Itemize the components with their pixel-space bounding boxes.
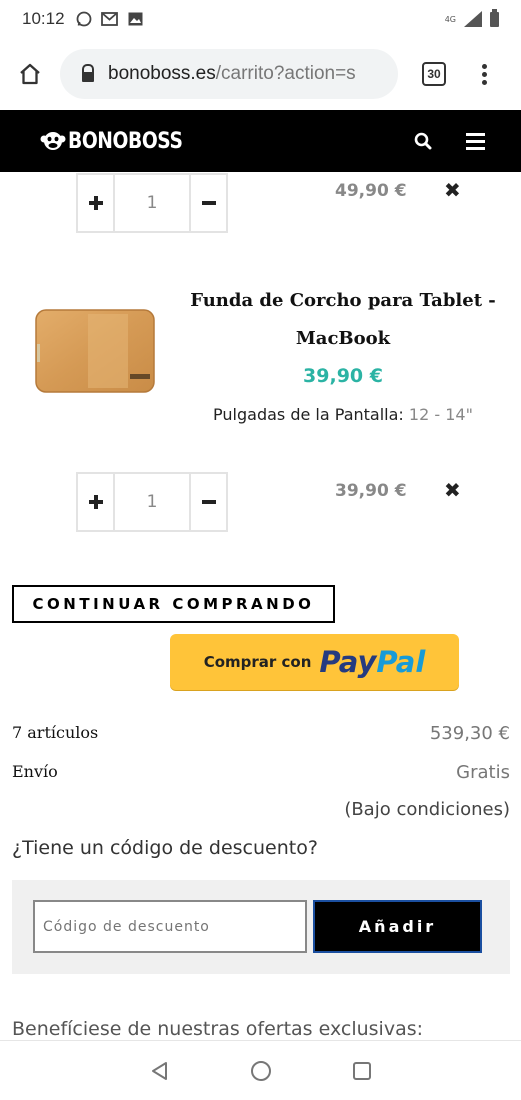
offers-heading: Benefíciese de nuestras ofertas exclusiv… bbox=[12, 1018, 424, 1040]
product-image[interactable] bbox=[32, 304, 158, 398]
logo-text: BONOBOSS bbox=[68, 128, 183, 154]
notification-icons bbox=[75, 11, 145, 27]
url-text: bonoboss.es/carrito?action=s bbox=[108, 63, 356, 84]
lock-icon bbox=[82, 63, 94, 82]
cart-content: 1 49,90 € ✖ Funda de Corcho para Tablet … bbox=[0, 172, 521, 1040]
status-bar: 10:12 4G bbox=[0, 0, 521, 38]
decrease-quantity-button[interactable] bbox=[189, 173, 228, 233]
plus-icon bbox=[88, 495, 103, 509]
minus-icon bbox=[201, 201, 216, 205]
browser-toolbar: bonoboss.es/carrito?action=s 30 bbox=[0, 38, 521, 110]
discount-code-input[interactable] bbox=[33, 900, 307, 953]
shipping-conditions-note: (Bajo condiciones) bbox=[344, 799, 510, 820]
discount-question: ¿Tiene un código de descuento? bbox=[12, 837, 318, 859]
shipping-row: Envío Gratis bbox=[12, 762, 510, 783]
paypal-prefix: Comprar con bbox=[203, 653, 312, 671]
quantity-stepper: 1 bbox=[76, 173, 228, 233]
continue-shopping-button[interactable]: CONTINUAR COMPRANDO bbox=[12, 585, 335, 623]
minus-icon bbox=[201, 500, 216, 504]
quantity-stepper: 1 bbox=[76, 472, 228, 532]
items-count-label: 7 artículos bbox=[12, 723, 99, 742]
increase-quantity-button[interactable] bbox=[76, 173, 115, 233]
monkey-logo-icon bbox=[40, 132, 66, 150]
signal-icon bbox=[464, 11, 482, 27]
decrease-quantity-button[interactable] bbox=[189, 472, 228, 532]
line-total: 39,90 € bbox=[335, 481, 407, 501]
attribute-value: 12 - 14" bbox=[408, 405, 473, 424]
product-title[interactable]: Funda de Corcho para Tablet - MacBook bbox=[190, 282, 496, 358]
attribute-label: Pulgadas de la Pantalla: bbox=[213, 405, 404, 424]
product-price: 39,90 € bbox=[303, 365, 383, 387]
line-total: 49,90 € bbox=[335, 181, 407, 201]
paypal-logo: PayPal bbox=[319, 645, 426, 679]
status-time: 10:12 bbox=[22, 9, 65, 28]
whatsapp-icon bbox=[75, 11, 93, 27]
items-subtotal-row: 7 artículos 539,30 € bbox=[12, 723, 510, 744]
discount-panel: Añadir bbox=[12, 880, 510, 974]
battery-icon bbox=[490, 8, 499, 27]
system-status-icons: 4G bbox=[444, 8, 499, 27]
product-attribute: Pulgadas de la Pantalla: 12 - 14" bbox=[190, 405, 496, 424]
tab-switcher-button[interactable]: 30 bbox=[422, 62, 446, 86]
home-icon bbox=[20, 63, 40, 85]
shipping-value: Gratis bbox=[456, 762, 510, 783]
image-icon bbox=[127, 11, 145, 27]
paypal-checkout-button[interactable]: Comprar con PayPal bbox=[170, 634, 459, 690]
quantity-value[interactable]: 1 bbox=[115, 173, 189, 233]
search-icon[interactable] bbox=[414, 132, 432, 150]
back-icon[interactable] bbox=[150, 1061, 170, 1081]
gmail-icon bbox=[101, 11, 119, 27]
recents-icon[interactable] bbox=[352, 1061, 372, 1081]
quantity-value[interactable]: 1 bbox=[115, 472, 189, 532]
system-navigation-bar bbox=[0, 1040, 521, 1100]
menu-icon[interactable] bbox=[466, 132, 485, 150]
home-circle-icon[interactable] bbox=[250, 1060, 272, 1082]
increase-quantity-button[interactable] bbox=[76, 472, 115, 532]
address-bar[interactable]: bonoboss.es/carrito?action=s bbox=[60, 49, 398, 99]
browser-menu-button[interactable] bbox=[482, 63, 487, 85]
items-subtotal-value: 539,30 € bbox=[429, 723, 510, 744]
site-logo[interactable]: BONOBOSS bbox=[40, 129, 203, 154]
home-button[interactable] bbox=[0, 38, 60, 110]
remove-item-icon[interactable]: ✖ bbox=[444, 478, 461, 502]
site-header: BONOBOSS bbox=[0, 110, 521, 172]
apply-discount-button[interactable]: Añadir bbox=[313, 900, 482, 953]
remove-item-icon[interactable]: ✖ bbox=[444, 178, 461, 202]
network-type: 4G bbox=[444, 14, 456, 24]
plus-icon bbox=[88, 196, 103, 210]
shipping-label: Envío bbox=[12, 762, 58, 781]
